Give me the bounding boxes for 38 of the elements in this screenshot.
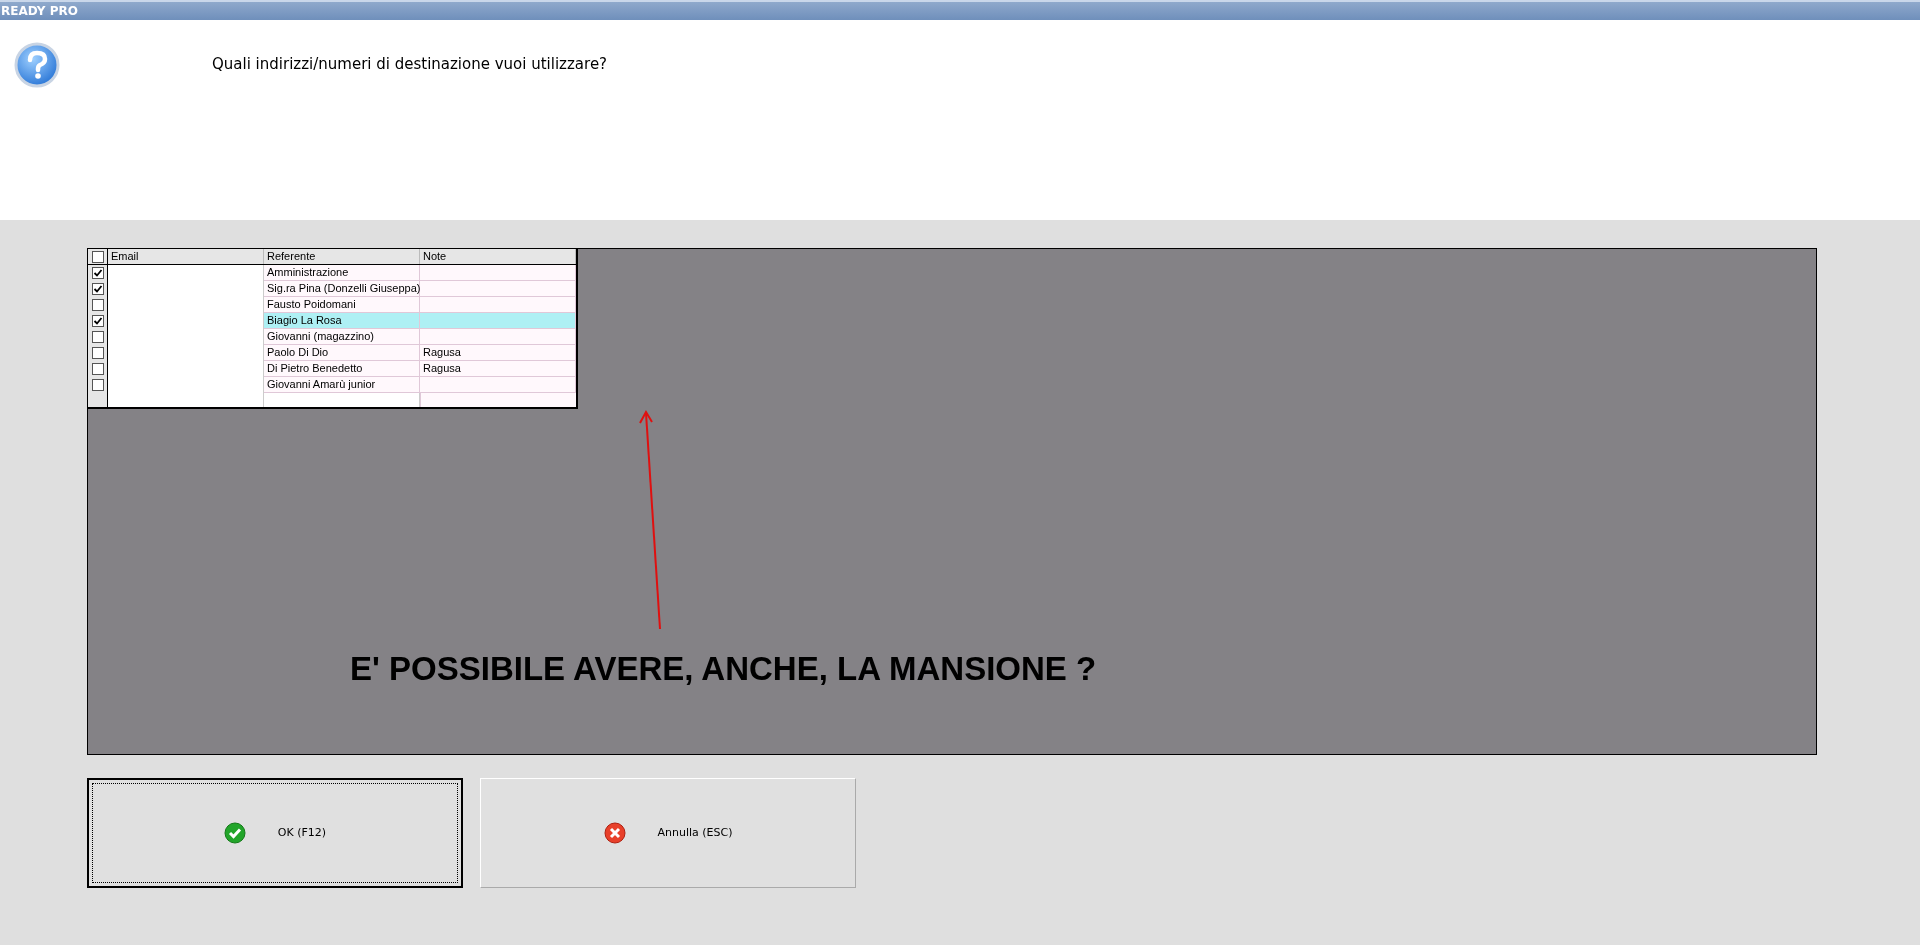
question-icon <box>14 42 60 88</box>
table-cell: Paolo Di Dio <box>264 345 420 361</box>
checkbox[interactable] <box>91 347 104 359</box>
table-cell: Sig.ra Pina (Donzelli Giuseppa) <box>264 281 420 297</box>
checkbox[interactable] <box>91 331 104 343</box>
checkbox[interactable] <box>91 299 104 311</box>
table-cell: Ragusa <box>420 361 576 377</box>
table-cell: Di Pietro Benedetto <box>264 361 420 377</box>
table-cell: Amministrazione <box>264 265 420 281</box>
table-row[interactable]: Sig.ra Pina (Donzelli Giuseppa) <box>88 281 576 297</box>
table-row[interactable]: Biagio La Rosa <box>88 313 576 329</box>
checkbox[interactable] <box>91 315 104 327</box>
checkbox[interactable] <box>91 283 104 295</box>
checkbox[interactable] <box>91 250 104 263</box>
checkmark-icon <box>223 822 246 844</box>
table-row[interactable]: Giovanni Amarù junior <box>88 377 576 393</box>
table-cell: Fausto Poidomani <box>264 297 420 313</box>
cancel-button[interactable]: Annulla (ESC) <box>480 778 856 888</box>
column-header[interactable]: Note <box>420 249 576 264</box>
close-icon <box>603 822 626 844</box>
table-row[interactable]: Amministrazione <box>88 265 576 281</box>
annotation-text: E' POSSIBILE AVERE, ANCHE, LA MANSIONE ? <box>350 649 1097 689</box>
table-row[interactable]: Di Pietro Benedetto Ragusa <box>88 361 576 377</box>
window-title: READY PRO <box>0 5 78 17</box>
ok-button[interactable]: OK (F12) <box>87 778 463 888</box>
table-cell: Ragusa <box>420 345 576 361</box>
checkbox[interactable] <box>91 363 104 375</box>
column-header[interactable]: Referente <box>264 249 420 264</box>
table-row[interactable]: Paolo Di Dio Ragusa <box>88 345 576 361</box>
table-cell: Giovanni Amarù junior <box>264 377 420 393</box>
table-cell: Giovanni (magazzino) <box>264 329 420 345</box>
table-row[interactable]: Fausto Poidomani <box>88 297 576 313</box>
checkbox[interactable] <box>91 267 104 279</box>
question-text: Quali indirizzi/numeri di destinazione vuoi utilizzare? <box>212 54 608 75</box>
table-cell: Biagio La Rosa <box>264 313 420 329</box>
checkbox[interactable] <box>91 379 104 391</box>
table-row[interactable]: Giovanni (magazzino) <box>88 329 576 345</box>
column-header[interactable]: Email <box>108 249 264 264</box>
